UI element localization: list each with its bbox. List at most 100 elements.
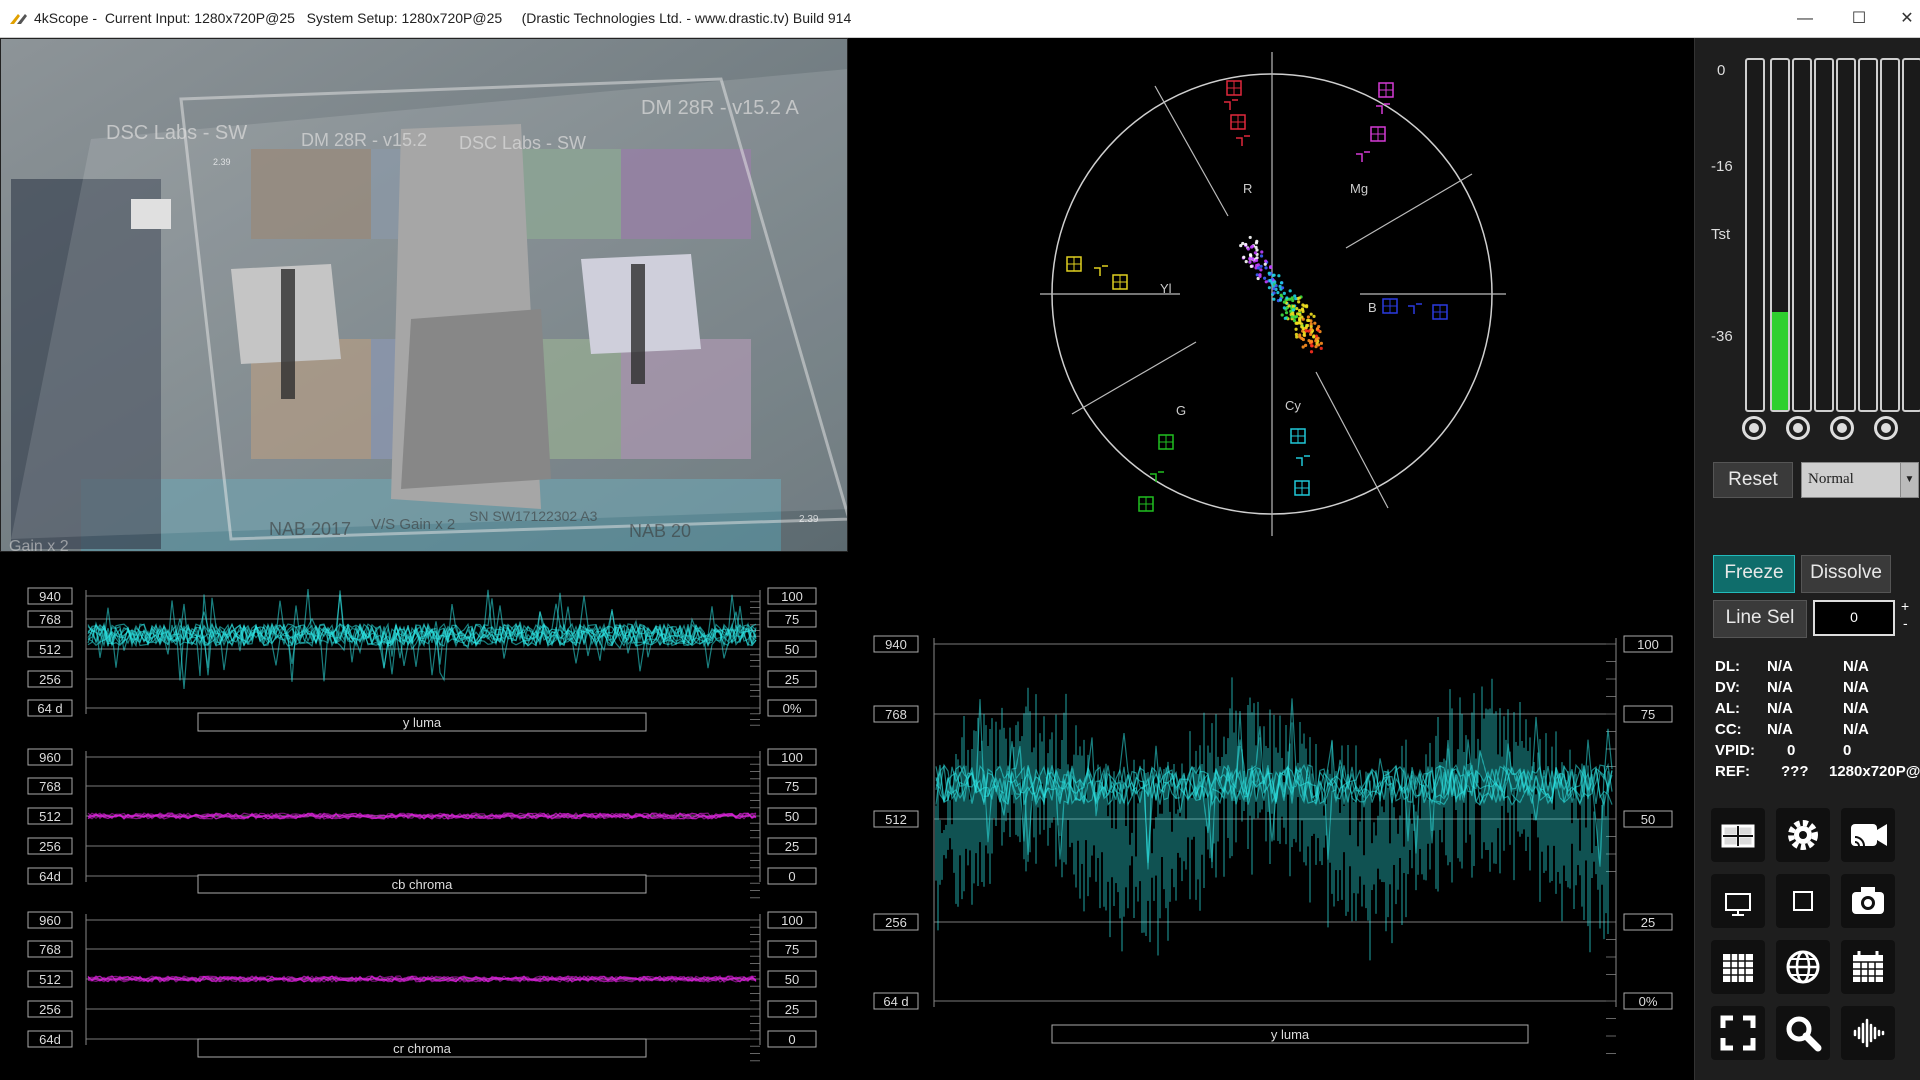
settings-gear-button[interactable] [1776,808,1830,862]
video-preview-image: DSC Labs - SW DM 28R - v15.2 DSC Labs - … [1,39,847,551]
meter-channel-knob[interactable] [1786,416,1810,440]
scale-right-label: 75 [767,777,817,795]
chart-text: SN SW17122302 A3 [469,508,598,524]
scale-left-text: 940 [39,589,61,604]
scale-left-label: 512 [27,640,73,658]
fullscreen-button[interactable] [1711,1006,1765,1060]
vectorscope-target-Yl [1066,256,1082,272]
vectorscope-trace-point [1314,339,1318,343]
scale-left-label: 768 [27,777,73,795]
vectorscope-graticule [1040,52,1506,536]
scale-right-text: 25 [785,672,799,687]
scale-right-label: 25 [767,837,817,855]
vectorscope-trace-point [1287,304,1291,308]
scale-right-label: 100 [767,587,817,605]
vectorscope-trace-point [1272,287,1276,291]
title-bar: 4kScope - Current Input: 1280x720P@25 Sy… [0,0,1920,38]
scale-right-text: 0 [788,1032,795,1047]
increment-button[interactable]: + [1901,598,1909,614]
vectorscope-trace-point [1278,284,1282,288]
camera-button[interactable] [1841,874,1895,928]
layout-icon [1721,824,1755,848]
scale-right-label: 100 [1623,635,1673,653]
vectorscope-trace-point [1244,259,1248,264]
scale-left-text: 256 [39,1002,61,1017]
vectorscope-trace-point [1295,321,1299,325]
fullscreen-icon [1720,1015,1756,1051]
close-button[interactable]: ✕ [1884,0,1920,38]
vectorscope-trace-point [1254,258,1259,263]
vectorscope-trace-point [1282,306,1286,310]
settings-gear-icon [1788,820,1818,850]
vectorscope-trace-point [1258,274,1262,279]
scale-left-label: 960 [27,911,73,929]
scale-right-text: 75 [785,942,799,957]
scale-right-label: 100 [767,911,817,929]
vectorscope-trace-point [1263,262,1267,266]
status-v2: N/A [1843,679,1869,696]
calendar-button[interactable] [1841,940,1895,994]
vectorscope-trace-point [1274,284,1278,288]
meter-channel [1836,58,1856,412]
line-select-input[interactable]: 0 [1813,600,1895,636]
table-icon [1723,954,1753,982]
meter-channel-knob[interactable] [1874,416,1898,440]
vectorscope-trace-point [1298,317,1302,322]
monitor-icon [1725,893,1751,916]
meter-channel-knob[interactable] [1742,416,1766,440]
vectorscope-label-B: B [1368,300,1377,315]
square-button[interactable] [1776,874,1830,928]
scale-right-text: 100 [781,750,803,765]
mode-select[interactable]: Normal ▼ [1801,462,1919,498]
scale-right-text: 100 [1637,637,1659,652]
waveform-label: y luma [1051,1024,1529,1044]
layout-button[interactable] [1711,808,1765,862]
vectorscope: R Mg Yl B G Cy [850,38,1690,552]
vectorscope-trace-point [1248,235,1252,240]
scale-left-text: 940 [885,637,907,652]
status-row: VPID: 0 0 [1715,742,1920,763]
maximize-button[interactable]: ☐ [1836,0,1882,38]
globe-button[interactable] [1776,940,1830,994]
status-key: DV: [1715,679,1741,696]
scale-left-text: 768 [39,612,61,627]
scale-left-label: 940 [873,635,919,653]
vectorscope-target-R [1224,99,1238,110]
reset-button[interactable]: Reset [1713,462,1793,498]
scale-right-label: 0 [767,1030,817,1048]
table-button[interactable] [1711,940,1765,994]
meter-scale-label: 0 [1717,62,1726,79]
line-select-button[interactable]: Line Sel [1713,600,1807,638]
vectorscope-trace-point [1260,250,1264,254]
minimize-button[interactable]: — [1782,0,1828,38]
vectorscope-target-G [1138,496,1154,512]
scale-left-label: 256 [27,1000,73,1018]
vectorscope-trace-point [1280,313,1284,317]
scale-left-text: 512 [885,812,907,827]
scale-left-text: 256 [885,915,907,930]
scale-left-text: 256 [39,672,61,687]
decrement-button[interactable]: - [1903,615,1908,631]
magnify-button[interactable] [1776,1006,1830,1060]
meter-scale-label: -16 [1711,158,1733,175]
scale-right-text: 25 [1641,915,1655,930]
dissolve-button[interactable]: Dissolve [1801,555,1891,593]
signal-status: DL: N/A N/A DV: N/A N/A AL: N/A N/A CC: N/A N/A VPID… [1715,658,1920,784]
audio-waveform-button[interactable] [1841,1006,1895,1060]
waveform-large: 940 100 768 75 512 50 256 25 64 d 0% y luma [850,555,1690,1080]
vectorscope-trace-point [1288,289,1292,293]
vectorscope-target-G [1158,434,1174,450]
monitor-button[interactable] [1711,874,1765,928]
video-preview: DSC Labs - SW DM 28R - v15.2 DSC Labs - … [0,38,848,552]
vectorscope-trace-point [1282,291,1286,295]
freeze-button[interactable]: Freeze [1713,555,1795,593]
cast-camera-button[interactable] [1841,808,1895,862]
vectorscope-trace-point [1259,264,1263,268]
vectorscope-target-Yl [1112,274,1128,290]
scale-left-label: 768 [873,705,919,723]
meter-channel [1814,58,1834,412]
vectorscope-target-Mg [1378,82,1394,98]
meter-channel-knob[interactable] [1830,416,1854,440]
vectorscope-trace-point [1277,274,1281,278]
vectorscope-trace-point [1300,315,1304,319]
